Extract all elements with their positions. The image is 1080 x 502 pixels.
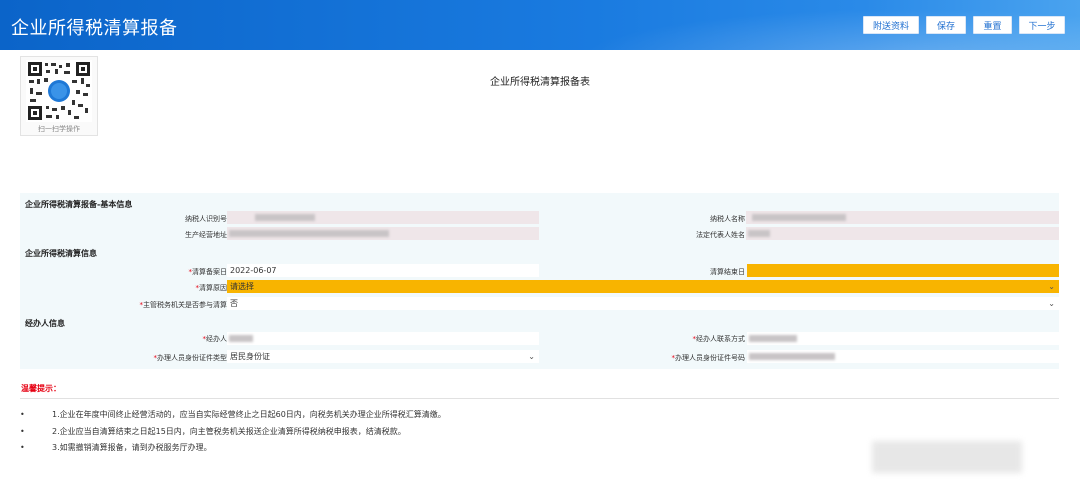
section-liquidation-info: 企业所得税清算信息 xyxy=(25,249,97,258)
reason-value: 请选择 xyxy=(230,282,254,291)
tip-item: • 2.企业应当自清算结束之日起15日内，向主管税务机关报送企业清算所得税纳税申报… xyxy=(20,427,406,436)
address-field xyxy=(227,227,539,240)
tax-authority-value: 否 xyxy=(230,299,238,308)
redacted-text xyxy=(255,214,315,221)
bullet-icon: • xyxy=(20,443,25,452)
id-number-label: *办理人员身份证件号码 xyxy=(671,354,746,362)
reason-label: *清算原因 xyxy=(195,284,228,292)
agent-name-label: *经办人 xyxy=(202,335,228,343)
start-date-field[interactable]: 2022-06-07 xyxy=(227,264,539,277)
qr-code-panel[interactable]: 扫一扫学操作 xyxy=(20,56,98,136)
redacted-text xyxy=(749,353,835,360)
next-step-button[interactable]: 下一步 xyxy=(1019,16,1065,34)
redacted-text xyxy=(229,230,389,237)
taxpayer-id-field xyxy=(227,211,539,224)
form-panel: 企业所得税清算报备-基本信息 纳税人识别号 纳税人名称 生产经营地址 法定代表人… xyxy=(20,193,1059,335)
reason-select[interactable]: 请选择 ⌄ xyxy=(227,280,1059,293)
tip-item: • 1.企业在年度中间终止经营活动的，应当自实际经营终止之日起60日内，向税务机关… xyxy=(20,410,446,419)
tips-title: 温馨提示： xyxy=(21,384,61,393)
chevron-down-icon: ⌄ xyxy=(1048,282,1055,291)
taxpayer-id-label: 纳税人识别号 xyxy=(185,215,227,223)
tips-divider xyxy=(20,398,1059,399)
page-title: 企业所得税清算报备 xyxy=(11,18,178,39)
legal-rep-label: 法定代表人姓名 xyxy=(696,231,745,239)
tax-authority-label: *主管税务机关是否参与清算 xyxy=(139,301,228,309)
attachments-button[interactable]: 附送资料 xyxy=(863,16,919,34)
agent-panel: *经办人 *经办人联系方式 *办理人员身份证件类型 居民身份证 ⌄ *办理人员身… xyxy=(20,332,1059,369)
redacted-text xyxy=(749,335,797,342)
reset-button[interactable]: 重置 xyxy=(973,16,1012,34)
redacted-text xyxy=(752,214,846,221)
section-agent-info: 经办人信息 xyxy=(25,319,65,328)
agent-name-field[interactable] xyxy=(227,332,539,345)
address-label: 生产经营地址 xyxy=(185,231,227,239)
id-type-label: *办理人员身份证件类型 xyxy=(153,354,228,362)
agent-phone-label: *经办人联系方式 xyxy=(692,335,746,343)
end-date-field[interactable] xyxy=(747,264,1059,277)
taxpayer-name-label: 纳税人名称 xyxy=(710,215,745,223)
header-bar: 企业所得税清算报备 附送资料 保存 重置 下一步 xyxy=(0,0,1080,50)
agent-phone-field[interactable] xyxy=(747,332,1059,345)
chevron-down-icon: ⌄ xyxy=(528,352,535,361)
save-button[interactable]: 保存 xyxy=(926,16,966,34)
bullet-icon: • xyxy=(20,410,25,419)
tax-authority-select[interactable]: 否 ⌄ xyxy=(227,297,1059,310)
legal-rep-field xyxy=(746,227,1059,240)
id-type-value: 居民身份证 xyxy=(230,352,270,361)
redacted-text xyxy=(748,230,770,237)
id-number-field[interactable] xyxy=(747,350,1059,363)
document-title: 企业所得税清算报备表 xyxy=(490,77,590,88)
qr-code-icon xyxy=(26,60,92,122)
section-basic-info: 企业所得税清算报备-基本信息 xyxy=(25,200,133,209)
chevron-down-icon: ⌄ xyxy=(1048,299,1055,308)
taxpayer-name-field xyxy=(746,211,1059,224)
qr-caption: 扫一扫学操作 xyxy=(38,125,80,133)
end-date-label: 清算结束日 xyxy=(710,268,745,276)
bullet-icon: • xyxy=(20,427,25,436)
redacted-text xyxy=(229,335,253,342)
id-type-select[interactable]: 居民身份证 ⌄ xyxy=(227,350,539,363)
tip-item: • 3.如需撤销清算报备，请到办税服务厅办理。 xyxy=(20,443,212,452)
start-date-label: *清算备案日 xyxy=(188,268,228,276)
redacted-watermark xyxy=(872,441,1022,473)
